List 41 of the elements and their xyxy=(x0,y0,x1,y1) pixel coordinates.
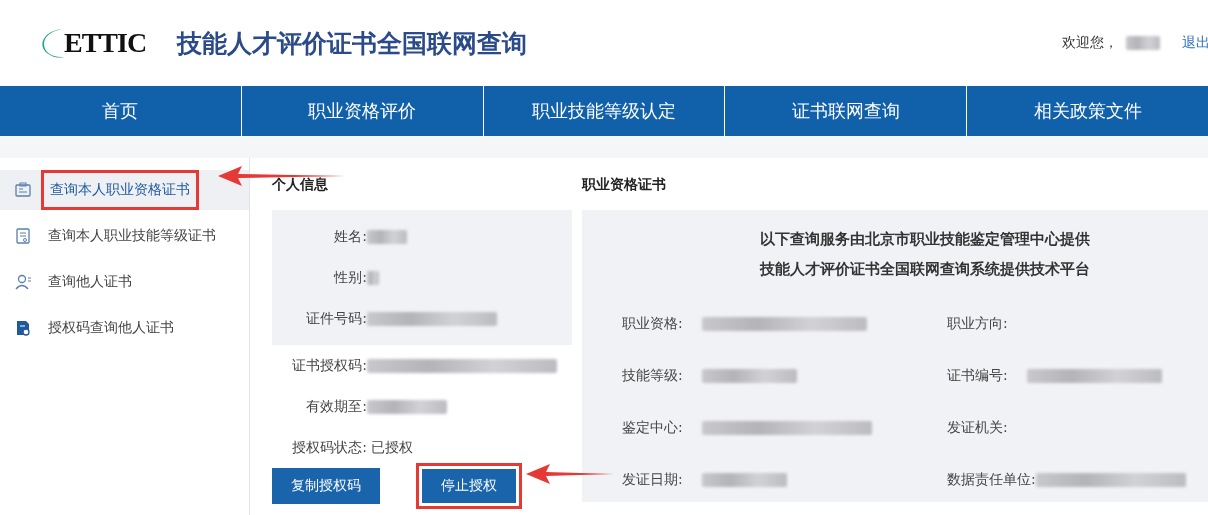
field-label: 职业资格: xyxy=(622,315,684,333)
field-label: 鉴定中心: xyxy=(622,419,684,437)
notice-text: 技能人才评价证书全国联网查询系统提供技术平台 xyxy=(758,260,1091,279)
redacted-value xyxy=(367,229,407,244)
nav-tab[interactable]: 职业技能等级认定 xyxy=(482,86,725,136)
field-label: 数据责任单位: xyxy=(947,471,1036,489)
nav-tab[interactable]: 证书联网查询 xyxy=(724,86,967,136)
section-heading: 职业资格证书 xyxy=(582,176,667,194)
document-icon xyxy=(14,227,32,245)
field-label: 有效期至: xyxy=(305,397,367,416)
redacted-value xyxy=(1126,36,1160,50)
field-value: 已授权 xyxy=(371,438,413,457)
search-doc-icon xyxy=(14,319,32,337)
field-label: 证书编号: xyxy=(947,367,1009,385)
field-label: 证件号码: xyxy=(305,309,367,328)
field-label: 证书授权码: xyxy=(291,356,367,375)
field-label: 发证机关: xyxy=(947,419,1009,437)
welcome-text: 欢迎您， xyxy=(1062,34,1118,52)
field-label: 发证日期: xyxy=(622,471,684,489)
redacted-value xyxy=(367,270,379,285)
id-card-icon xyxy=(14,181,32,199)
person-icon xyxy=(14,273,32,291)
sidebar-item[interactable]: 授权码查询他人证书 xyxy=(0,308,249,348)
nav-tab[interactable]: 首页 xyxy=(0,86,241,136)
action-button[interactable]: 复制授权码 xyxy=(272,468,380,504)
field-label: 性别: xyxy=(332,268,367,287)
field-label: 职业方向: xyxy=(947,315,1009,333)
logout-link[interactable]: 退出 xyxy=(1182,34,1208,52)
sidebar-item[interactable]: 查询他人证书 xyxy=(0,262,249,302)
field-label: 授权码状态: xyxy=(291,438,367,457)
action-button[interactable]: 停止授权 xyxy=(416,463,522,509)
sidebar-item[interactable]: 查询本人职业资格证书 xyxy=(0,170,249,210)
field-label: 姓名: xyxy=(333,227,367,246)
nav-tab[interactable]: 职业资格评价 xyxy=(240,86,483,136)
nav-tab[interactable]: 相关政策文件 xyxy=(966,86,1208,136)
notice-text: 以下查询服务由北京市职业技能鉴定管理中心提供 xyxy=(759,230,1091,249)
logo-text: ETTIC xyxy=(64,27,147,59)
section-heading: 个人信息 xyxy=(272,176,329,194)
sidebar-item[interactable]: 查询本人职业技能等级证书 xyxy=(0,216,249,256)
field-label: 技能等级: xyxy=(622,367,684,385)
site-title: 技能人才评价证书全国联网查询 xyxy=(177,27,527,60)
